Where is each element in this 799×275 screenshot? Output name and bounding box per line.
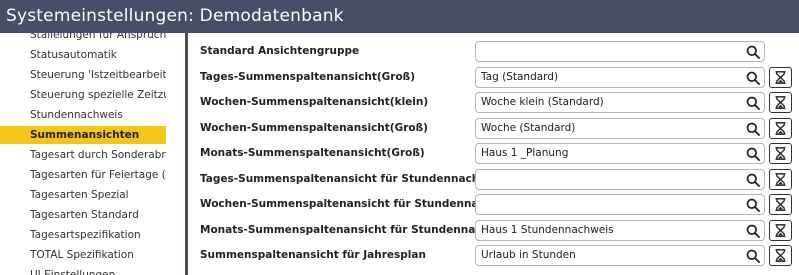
- setting-row: Wochen-Summenspaltenansicht(klein) Woche…: [188, 90, 799, 115]
- settings-panel: Standard Ansichtengruppe Tages-Summenspa…: [188, 33, 799, 275]
- reset-button[interactable]: [769, 143, 792, 164]
- setting-row: Monats-Summenspaltenansicht(Groß) Haus 1…: [188, 141, 799, 166]
- sidebar-item-tagesarten-feiertage[interactable]: Tagesarten für Feiertage (für: [0, 166, 166, 184]
- setting-value: Urlaub in Stunden: [481, 249, 576, 261]
- search-icon[interactable]: [746, 224, 760, 238]
- hourglass-icon: [775, 96, 786, 109]
- search-icon[interactable]: [746, 173, 760, 187]
- sidebar-item-steuerung-zeitzuschlag[interactable]: Steuerung spezielle Zeitzusc: [0, 86, 166, 104]
- setting-row: Standard Ansichtengruppe: [188, 39, 799, 64]
- setting-row: Tages-Summenspaltenansicht(Groß) Tag (St…: [188, 65, 799, 90]
- setting-label: Wochen-Summenspaltenansicht(klein): [200, 96, 429, 108]
- sidebar-item-tagesart-sonderabrechnung[interactable]: Tagesart durch Sonderabrecl: [0, 146, 166, 164]
- search-icon[interactable]: [746, 122, 760, 136]
- setting-field[interactable]: Haus 1 Stundennachweis: [475, 220, 765, 241]
- search-icon[interactable]: [746, 45, 760, 59]
- setting-label: Tages-Summenspaltenansicht(Groß): [200, 71, 416, 83]
- sidebar: Stallelungen für Anspruch Statusautomati…: [0, 33, 166, 275]
- reset-button[interactable]: [769, 169, 792, 190]
- reset-button[interactable]: [769, 194, 792, 215]
- sidebar-item-steuerung-istzeit[interactable]: Steuerung 'Istzeitbearbeitun: [0, 66, 166, 84]
- hourglass-icon: [775, 173, 786, 186]
- setting-value: Haus 1 Stundennachweis: [481, 224, 614, 236]
- setting-field[interactable]: Tag (Standard): [475, 67, 765, 88]
- setting-field[interactable]: Urlaub in Stunden: [475, 245, 765, 266]
- setting-field[interactable]: Haus 1 _Planung: [475, 143, 765, 164]
- reset-button[interactable]: [769, 245, 792, 266]
- sidebar-item-tagesarten-spezial[interactable]: Tagesarten Spezial: [0, 186, 166, 204]
- setting-row: Wochen-Summenspaltenansicht(Groß) Woche …: [188, 116, 799, 141]
- window-title: Systemeinstellungen: Demodatenbank: [0, 0, 799, 33]
- setting-label: Standard Ansichtengruppe: [200, 45, 360, 57]
- setting-value: Tag (Standard): [481, 71, 559, 83]
- hourglass-icon: [775, 122, 786, 135]
- setting-field[interactable]: [475, 41, 765, 62]
- reset-button[interactable]: [769, 118, 792, 139]
- reset-button[interactable]: [769, 220, 792, 241]
- setting-field[interactable]: Woche klein (Standard): [475, 92, 765, 113]
- setting-label: Wochen-Summenspaltenansicht für Stundenn…: [200, 198, 519, 210]
- sidebar-item-tagesarten-standard[interactable]: Tagesarten Standard: [0, 206, 166, 224]
- reset-button[interactable]: [769, 67, 792, 88]
- setting-value: Woche klein (Standard): [481, 96, 604, 108]
- hourglass-icon: [775, 249, 786, 262]
- sidebar-item-statusautomatik[interactable]: Statusautomatik: [0, 46, 166, 64]
- sidebar-item-stallelungen[interactable]: Stallelungen für Anspruch: [0, 33, 166, 44]
- hourglass-icon: [775, 147, 786, 160]
- setting-field[interactable]: [475, 194, 765, 215]
- search-icon[interactable]: [746, 198, 760, 212]
- sidebar-item-ui-einstellungen[interactable]: UI Einstellungen: [0, 266, 166, 275]
- sidebar-item-summenansichten[interactable]: Summenansichten: [0, 126, 166, 144]
- hourglass-icon: [775, 71, 786, 84]
- setting-row: Summenspaltenansicht für Jahresplan Urla…: [188, 243, 799, 268]
- search-icon[interactable]: [746, 96, 760, 110]
- sidebar-item-total-spezifikation[interactable]: TOTAL Spezifikation: [0, 246, 166, 264]
- setting-row: Wochen-Summenspaltenansicht für Stundenn…: [188, 192, 799, 217]
- setting-label: Wochen-Summenspaltenansicht(Groß): [200, 122, 428, 134]
- setting-label: Monats-Summenspaltenansicht(Groß): [200, 147, 425, 159]
- sidebar-item-stundennachweis[interactable]: Stundennachweis: [0, 106, 166, 124]
- setting-label: Monats-Summenspaltenansicht für Stundenn…: [200, 224, 516, 236]
- setting-label: Summenspaltenansicht für Jahresplan: [200, 249, 426, 261]
- search-icon[interactable]: [746, 249, 760, 263]
- setting-field[interactable]: [475, 169, 765, 190]
- search-icon[interactable]: [746, 71, 760, 85]
- setting-value: Haus 1 _Planung: [481, 147, 569, 159]
- setting-row: Monats-Summenspaltenansicht für Stundenn…: [188, 218, 799, 243]
- setting-value: Woche (Standard): [481, 122, 576, 134]
- hourglass-icon: [775, 198, 786, 211]
- search-icon[interactable]: [746, 147, 760, 161]
- hourglass-icon: [775, 224, 786, 237]
- setting-row: Tages-Summenspaltenansicht für Stundenna…: [188, 167, 799, 192]
- sidebar-item-tagesartspezifikation[interactable]: Tagesartspezifikation: [0, 226, 166, 244]
- reset-button[interactable]: [769, 92, 792, 113]
- setting-label: Tages-Summenspaltenansicht für Stundenna…: [200, 173, 506, 185]
- setting-field[interactable]: Woche (Standard): [475, 118, 765, 139]
